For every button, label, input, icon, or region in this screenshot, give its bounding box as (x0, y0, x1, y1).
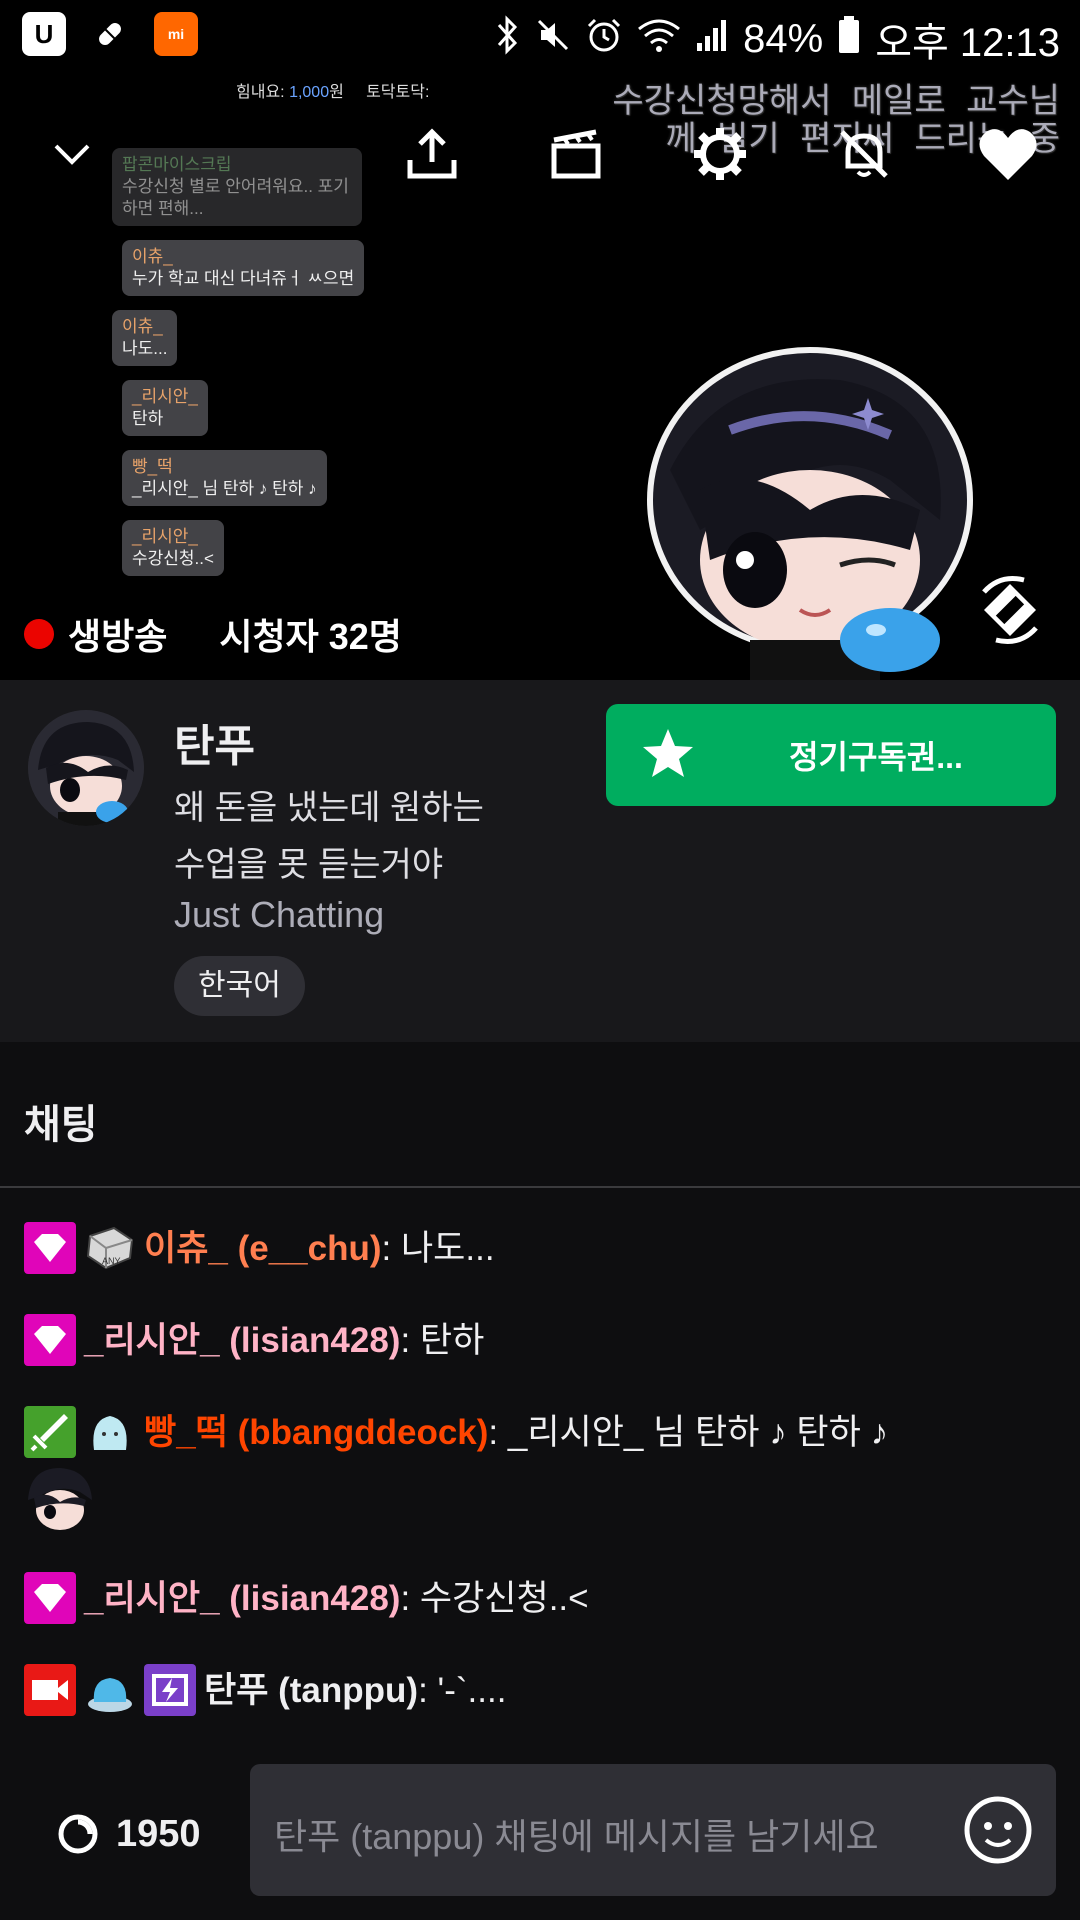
video-player[interactable]: 힘내요: 1,000원 토닥토닥: 수강신청망해서 메일로 교수님 께 빌기 편… (0, 70, 1080, 680)
overlay-bubble-name: _리시안_ (132, 387, 198, 406)
stream-title: 왜 돈을 냈는데 원하는 수업을 못 듣는거야 (174, 780, 534, 894)
overlay-bubble-text: 누가 학교 대신 다녀쥬ㅓ ㅆ으면 (132, 269, 355, 288)
donation-amount: 1,000 (289, 84, 330, 101)
overlay-bubble-text: _리시안_ 님 탄하 ♪ 탄하 ♪ (132, 479, 317, 498)
stream-category[interactable]: Just Chatting (174, 894, 384, 936)
streamer-emote-icon[interactable] (24, 1462, 96, 1534)
overlay-bubble: 팝콘마이스크립 수강신청 별로 안어려워요.. 포기하면 편해... (112, 148, 362, 226)
mi-icon: mi (154, 12, 198, 56)
overlay-bubble-text: 나도... (122, 339, 168, 358)
chat-message[interactable]: ANY 이츄_ (e__chu): 나도... (24, 1220, 1054, 1278)
battery-percent: 84% (743, 16, 824, 61)
stream-title-line-2: 수업을 못 듣는거야 (174, 846, 444, 884)
overlay-bubble-name: 빵_떡 (132, 457, 173, 476)
chat-message-input[interactable]: 탄푸 (tanppu) 채팅에 메시지를 남기세요 (250, 1764, 1056, 1896)
donation-label-2: 토닥토닥: (366, 84, 430, 101)
signal-icon (695, 17, 729, 62)
jelly-cup-badge-icon[interactable] (84, 1664, 136, 1716)
share-icon[interactable] (392, 114, 472, 194)
streamer-character-image (640, 340, 980, 680)
wifi-icon (637, 17, 681, 62)
overlay-bubble-text: 탄하 (132, 409, 164, 428)
overlay-bubble-text: 수강신청 별로 안어려워요.. 포기하면 편해... (122, 177, 349, 218)
follow-heart-icon[interactable] (968, 114, 1048, 194)
overlay-bubble-name: _리시안_ (132, 527, 198, 546)
chat-text: : 나도... (381, 1229, 495, 1268)
turbo-bolt-badge-icon[interactable] (144, 1663, 196, 1716)
chat-input-placeholder: 탄푸 (tanppu) 채팅에 메시지를 남기세요 (274, 1816, 879, 1857)
jelly-badge-icon[interactable] (84, 1406, 136, 1458)
chat-username[interactable]: 탄푸 (tanppu) (204, 1671, 418, 1710)
subscriber-diamond-badge-icon[interactable] (24, 1221, 76, 1274)
overlay-bubble: 이츄_ 나도... (112, 310, 178, 366)
overlay-bubble: 빵_떡 _리시안_ 님 탄하 ♪ 탄하 ♪ (122, 450, 327, 506)
svg-text:ANY: ANY (102, 1256, 121, 1266)
chat-message[interactable]: _리시안_ (lisian428): 탄하 (24, 1312, 1054, 1370)
stream-chat-overlay: 팝콘마이스크립 수강신청 별로 안어려워요.. 포기하면 편해... 이츄_ 누… (112, 148, 382, 590)
subscribe-button[interactable]: 정기구독권... (606, 704, 1056, 806)
mute-icon (535, 17, 571, 62)
collapse-chevron-icon[interactable] (32, 114, 112, 194)
overlay-bubble: _리시안_ 탄하 (122, 380, 208, 436)
chat-text: : _리시안_ 님 탄하 ♪ 탄하 ♪ (488, 1413, 889, 1452)
moderator-sword-badge-icon[interactable] (24, 1405, 76, 1458)
subscriber-diamond-badge-icon[interactable] (24, 1571, 76, 1624)
subscriber-diamond-badge-icon[interactable] (24, 1313, 76, 1366)
chat-username[interactable]: 빵_떡 (bbangddeock) (144, 1413, 488, 1452)
pill-icon (88, 12, 132, 56)
chat-username[interactable]: 이츄_ (e__chu) (144, 1229, 382, 1268)
overlay-bubble: _리시안_ 수강신청..< (122, 520, 224, 576)
channel-avatar[interactable] (28, 710, 144, 826)
channel-points-icon (58, 1814, 98, 1854)
donation-label: 힘내요: (236, 84, 285, 101)
any-key-badge-icon[interactable]: ANY (84, 1222, 136, 1274)
chat-input-bar: 1950 탄푸 (tanppu) 채팅에 메시지를 남기세요 (0, 1746, 1080, 1920)
rotate-screen-icon[interactable] (970, 570, 1050, 650)
overlay-bubble-name: 이츄_ (132, 247, 173, 266)
battery-icon (837, 15, 861, 64)
chat-username[interactable]: _리시안_ (lisian428) (84, 1321, 400, 1360)
notification-off-bell-icon[interactable] (824, 114, 904, 194)
chat-message[interactable]: 탄푸 (tanppu): '-`.... (24, 1662, 1054, 1720)
settings-gear-icon[interactable] (680, 114, 760, 194)
u-plus-icon: U (22, 12, 66, 56)
overlay-bubble-text: 수강신청..< (132, 549, 214, 568)
overlay-bubble-name: 팝콘마이스크립 (122, 155, 232, 174)
subscribe-button-label: 정기구독권... (789, 739, 963, 775)
chat-message[interactable]: 빵_떡 (bbangddeock): _리시안_ 님 탄하 ♪ 탄하 ♪ (24, 1404, 1054, 1534)
stream-title-line-1: 왜 돈을 냈는데 원하는 (174, 789, 484, 827)
overlay-bubble-name: 이츄_ (122, 317, 163, 336)
chat-heading: 채팅 (24, 1103, 98, 1147)
clip-icon[interactable] (536, 114, 616, 194)
status-bar: U mi 84% 오후 12:13 (0, 0, 1080, 70)
donation-unit: 원 (329, 84, 344, 101)
chat-message[interactable]: _리시안_ (lisian428): 수강신청..< (24, 1570, 1054, 1628)
chat-text: : '-`.... (418, 1671, 507, 1710)
viewer-count: 시청자 32명 (219, 616, 402, 657)
alarm-icon (585, 16, 623, 63)
overlay-bubble: 이츄_ 누가 학교 대신 다녀쥬ㅓ ㅆ으면 (122, 240, 365, 296)
chat-header: 채팅 (0, 1042, 1080, 1188)
clock: 오후 12:13 (875, 21, 1060, 65)
chat-username[interactable]: _리시안_ (lisian428) (84, 1579, 400, 1618)
broadcaster-camera-badge-icon[interactable] (24, 1663, 76, 1716)
emote-picker-smiley-icon[interactable] (962, 1794, 1034, 1866)
live-dot-icon (24, 619, 54, 649)
channel-points-count: 1950 (116, 1812, 201, 1855)
chat-text: : 탄하 (400, 1321, 485, 1360)
bluetooth-icon (495, 14, 521, 64)
channel-points-button[interactable]: 1950 (56, 1812, 201, 1856)
live-indicator: 생방송 시청자 32명 (24, 608, 402, 660)
channel-name[interactable]: 탄푸 (174, 710, 255, 774)
language-tag[interactable]: 한국어 (174, 956, 305, 1016)
channel-info: 탄푸 왜 돈을 냈는데 원하는 수업을 못 듣는거야 Just Chatting… (0, 680, 1080, 1042)
chat-text: : 수강신청..< (400, 1579, 589, 1618)
donation-goal-bar: 힘내요: 1,000원 토닥토닥: (236, 78, 429, 102)
live-label: 생방송 (68, 616, 168, 657)
